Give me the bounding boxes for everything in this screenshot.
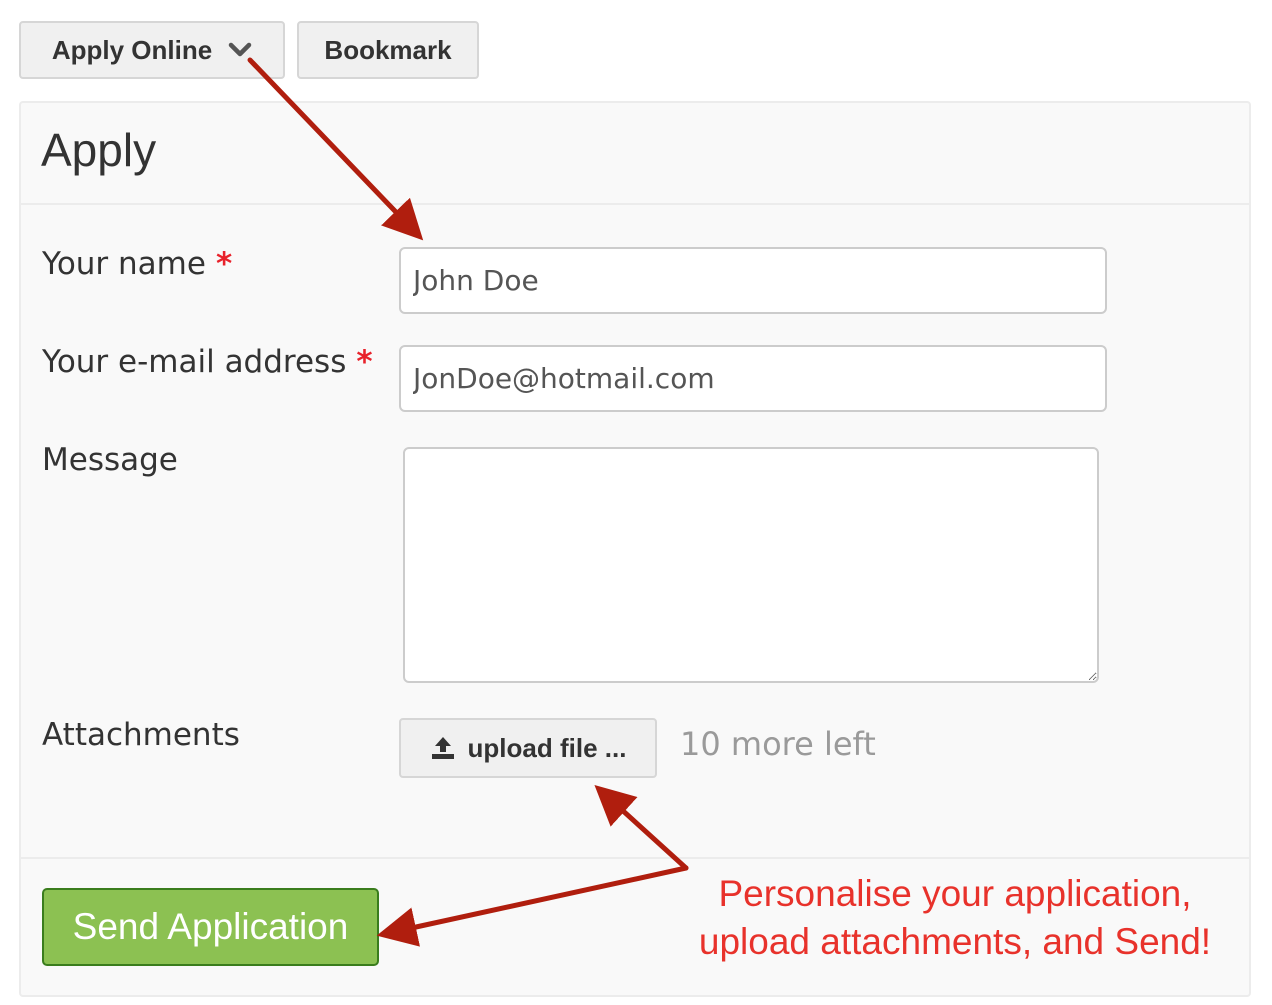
message-label: Message (42, 442, 178, 478)
message-label-text: Message (42, 442, 178, 478)
page-title: Apply (41, 124, 157, 176)
email-required-mark: * (356, 344, 373, 380)
upload-file-label: upload file ... (467, 732, 627, 763)
send-application-button[interactable]: Send Application (42, 888, 379, 966)
bookmark-label: Bookmark (324, 34, 452, 65)
attachments-label-text: Attachments (42, 717, 240, 753)
panel-header: Apply (21, 103, 1249, 205)
email-label-text: Your e-mail address (42, 344, 347, 380)
name-label: Your name * (42, 246, 232, 282)
apply-form-panel: Apply Your name* Your e-mail address* Me… (19, 101, 1251, 997)
upload-icon (430, 736, 456, 760)
email-input[interactable] (399, 345, 1107, 412)
send-application-label: Send Application (72, 906, 349, 947)
name-label-text: Your name (42, 246, 206, 282)
apply-online-button[interactable]: Apply Online (19, 21, 285, 79)
email-label: Your e-mail address * (42, 344, 373, 380)
chevron-down-icon (228, 42, 252, 58)
files-remaining-text: 10 more left (680, 725, 876, 763)
name-required-mark: * (215, 246, 233, 282)
attachments-label: Attachments (42, 717, 240, 753)
message-textarea[interactable] (403, 447, 1099, 683)
callout-line-1: Personalise your application, (718, 873, 1192, 914)
bookmark-button[interactable]: Bookmark (297, 21, 479, 79)
name-input[interactable] (399, 247, 1107, 314)
upload-file-button[interactable]: upload file ... (399, 718, 657, 778)
callout-line-2: upload attachments, and Send! (698, 921, 1212, 962)
instruction-callout: Personalise your application, upload att… (640, 870, 1270, 966)
apply-online-label: Apply Online (51, 34, 213, 65)
